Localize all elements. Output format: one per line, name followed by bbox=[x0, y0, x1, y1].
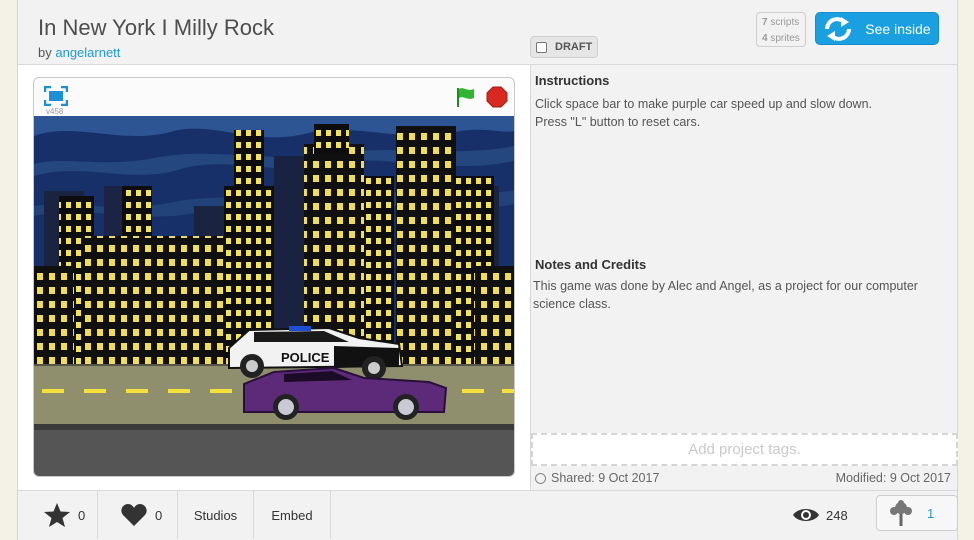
project-counts: 7 scripts 4 sprites bbox=[756, 12, 806, 47]
embed-button[interactable]: Embed bbox=[254, 491, 331, 539]
notes-text[interactable]: This game was done by Alec and Angel, as… bbox=[533, 277, 953, 313]
modified-date: Modified: 9 Oct 2017 bbox=[835, 471, 951, 485]
project-panel: In New York I Milly Rock by angelarnett … bbox=[17, 0, 958, 540]
building bbox=[84, 236, 224, 366]
building bbox=[234, 130, 264, 190]
remix-arrows-icon bbox=[825, 16, 852, 41]
see-inside-label: See inside bbox=[865, 20, 931, 37]
instructions-heading: Instructions bbox=[535, 73, 610, 88]
remix-count: 1 bbox=[927, 505, 935, 521]
studios-button[interactable]: Studios bbox=[178, 491, 254, 539]
draft-badge[interactable]: DRAFT bbox=[530, 36, 598, 58]
green-flag-icon[interactable] bbox=[454, 86, 476, 108]
project-header: In New York I Milly Rock by angelarnett … bbox=[18, 0, 957, 65]
shared-label: Shared: 9 Oct 2017 bbox=[551, 471, 660, 485]
love-count: 0 bbox=[155, 507, 163, 523]
stage-scene: POLICE bbox=[34, 116, 514, 476]
shared-date: Shared: 9 Oct 2017 bbox=[535, 471, 659, 485]
eye-icon bbox=[793, 509, 819, 521]
byline: by angelarnett bbox=[38, 45, 120, 60]
remix-tree-icon bbox=[890, 500, 912, 526]
views-number: 248 bbox=[826, 507, 848, 523]
love-button[interactable]: 0 bbox=[98, 491, 178, 539]
police-text: POLICE bbox=[281, 350, 330, 365]
shared-icon bbox=[535, 472, 546, 484]
draft-checkbox[interactable] bbox=[536, 41, 547, 53]
instructions-line: Press "L" button to reset cars. bbox=[535, 115, 701, 129]
star-icon bbox=[44, 503, 70, 527]
favorite-count: 0 bbox=[78, 507, 86, 523]
views-count: 248 bbox=[792, 491, 848, 539]
building bbox=[364, 176, 394, 366]
building bbox=[474, 266, 514, 366]
project-footer: 0 0 Studios Embed 248 1 bbox=[18, 490, 958, 540]
project-title: In New York I Milly Rock bbox=[38, 15, 274, 40]
stage-canvas[interactable]: POLICE bbox=[34, 116, 514, 476]
sprites-count: 4 sprites bbox=[762, 33, 800, 44]
notes-heading: Notes and Credits bbox=[535, 257, 647, 272]
stop-icon[interactable] bbox=[486, 86, 508, 108]
draft-label: DRAFT bbox=[555, 41, 593, 53]
building bbox=[396, 126, 456, 366]
instructions-line: Click space bar to make purple car speed… bbox=[535, 97, 872, 111]
instructions-text[interactable]: Click space bar to make purple car speed… bbox=[535, 95, 872, 131]
player-toolbar: v458 bbox=[34, 78, 514, 116]
project-player: v458 POLICE bbox=[33, 77, 515, 477]
player-version: v458 bbox=[46, 107, 64, 116]
remix-tree-button[interactable]: 1 bbox=[876, 495, 958, 531]
by-label: by bbox=[38, 45, 52, 60]
fullscreen-icon[interactable] bbox=[44, 86, 68, 106]
author-link[interactable]: angelarnett bbox=[55, 45, 120, 60]
curb bbox=[34, 424, 514, 430]
favorite-button[interactable]: 0 bbox=[18, 491, 98, 539]
ground bbox=[34, 430, 514, 476]
add-tags-field[interactable]: Add project tags. bbox=[531, 433, 958, 466]
building bbox=[314, 124, 349, 154]
building bbox=[34, 266, 74, 366]
see-inside-button[interactable]: See inside bbox=[815, 12, 939, 45]
heart-icon bbox=[121, 504, 147, 526]
project-notes-panel: Instructions Click space bar to make pur… bbox=[530, 65, 958, 490]
scripts-count: 7 scripts bbox=[762, 17, 800, 28]
